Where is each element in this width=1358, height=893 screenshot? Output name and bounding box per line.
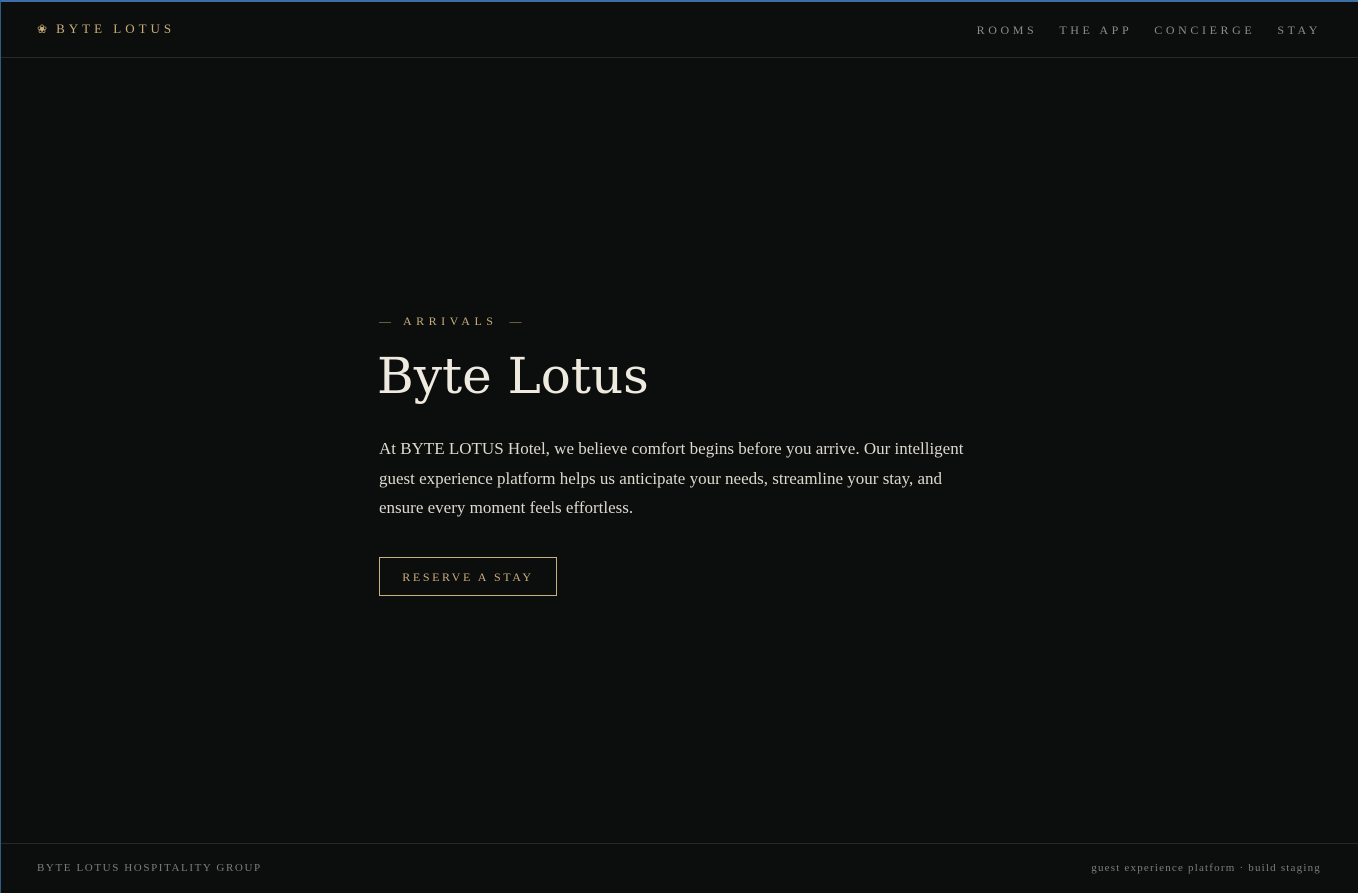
nav-the-app[interactable]: THE APP bbox=[1059, 23, 1132, 38]
reserve-stay-button[interactable]: RESERVE A STAY bbox=[379, 556, 557, 596]
nav-rooms[interactable]: ROOMS bbox=[977, 23, 1038, 38]
footer-company: BYTE LOTUS HOSPITALITY GROUP bbox=[37, 862, 262, 874]
nav-stay[interactable]: STAY bbox=[1277, 23, 1321, 38]
hero-description: At BYTE LOTUS Hotel, we believe comfort … bbox=[379, 439, 964, 518]
site-header: ❀ BYTE LOTUS ROOMS THE APP CONCIERGE STA… bbox=[0, 4, 1358, 58]
hero-title: Byte Lotus bbox=[377, 347, 649, 405]
site-footer: BYTE LOTUS HOSPITALITY GROUP guest exper… bbox=[0, 843, 1358, 893]
main-nav: ROOMS THE APP CONCIERGE STAY bbox=[977, 23, 1321, 38]
hero-eyebrow: — ARRIVALS — bbox=[379, 312, 979, 330]
nav-concierge[interactable]: CONCIERGE bbox=[1154, 23, 1255, 38]
eyebrow-dash-left: — bbox=[379, 313, 391, 328]
brand-logo[interactable]: ❀ BYTE LOTUS bbox=[37, 21, 175, 37]
eyebrow-label: ARRIVALS bbox=[403, 313, 498, 328]
hero-section: — ARRIVALS — Byte Lotus At BYTE LOTUS Ho… bbox=[377, 312, 979, 596]
eyebrow-dash-right: — bbox=[509, 313, 522, 328]
lotus-icon: ❀ bbox=[37, 21, 48, 36]
brand-name: BYTE LOTUS bbox=[56, 21, 176, 36]
footer-build-info: guest experience platform · build stagin… bbox=[1091, 862, 1321, 874]
